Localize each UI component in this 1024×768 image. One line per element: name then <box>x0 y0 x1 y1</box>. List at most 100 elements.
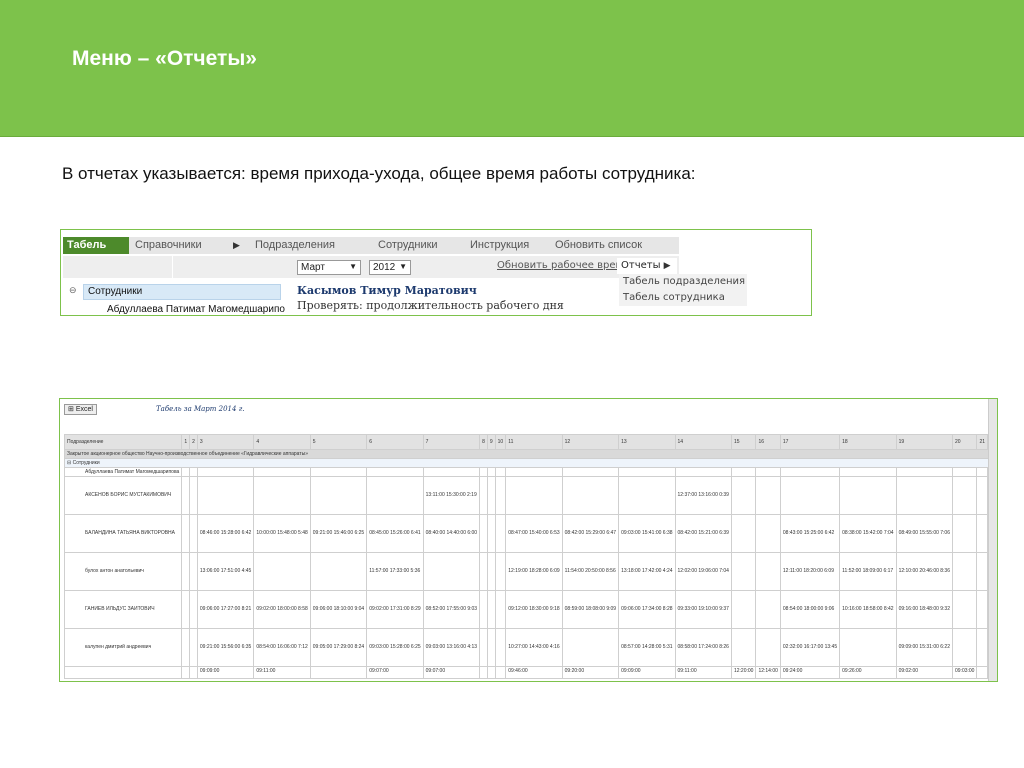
check-duration-label: Проверять: продолжительность рабочего дн… <box>297 299 564 312</box>
day-cell: 09:12:00 18:30:00 9:18 <box>505 590 563 629</box>
day-cell <box>976 514 989 553</box>
day-cell <box>479 476 488 515</box>
employee-name-cell: Абдуллаева Патимат Магомедшарипова <box>63 467 183 477</box>
menu-item-tabel[interactable]: Табель <box>63 237 129 254</box>
day-cell <box>309 476 368 515</box>
filter-row-left <box>63 256 173 278</box>
group-row[interactable]: ⊟ Сотрудники <box>63 458 997 468</box>
column-header-day: 9 <box>486 434 496 450</box>
day-cell <box>755 467 781 477</box>
day-cell <box>486 514 496 553</box>
menu-item-employees[interactable]: Сотрудники <box>378 239 438 251</box>
day-cell <box>976 590 989 629</box>
day-cell: 08:38:00 15:42:00 7:04 <box>839 514 897 553</box>
day-cell <box>839 467 897 477</box>
day-cell <box>779 476 841 515</box>
day-cell: 08:46:00 15:28:00 6:42 <box>196 514 255 553</box>
day-cell <box>779 467 841 477</box>
menu-item-instructions[interactable]: Инструкция <box>470 239 529 251</box>
day-cell <box>479 514 488 553</box>
menu-item-refresh-list[interactable]: Обновить список <box>555 239 642 251</box>
day-cell: 08:45:00 15:26:00 6:41 <box>366 514 424 553</box>
day-cell: 09:06:00 17:27:00 8:21 <box>196 590 255 629</box>
day-cell <box>366 467 424 477</box>
day-cell <box>189 467 198 477</box>
employee-name-cell: БАЛАНДИНА ТАТЬЯНА ВИКТОРОВНА <box>63 514 183 553</box>
day-cell <box>181 514 191 553</box>
table-row: АКСЕНОВ БОРИС МУСТАКИМОВИЧ 13:11:00 15:30… <box>63 476 997 515</box>
day-cell <box>755 590 781 629</box>
tree-item-employee[interactable]: Абдуллаева Патимат Магомедшарипо <box>107 304 285 315</box>
column-header-day: 8 <box>479 434 488 450</box>
day-cell <box>494 666 507 679</box>
column-header-day: 6 <box>366 434 424 450</box>
day-cell <box>189 476 198 515</box>
day-cell: 10:27:00 14:43:00 4:16 <box>505 628 563 667</box>
menu-bar: Табель Справочники ▶ Подразделения Сотру… <box>63 237 679 254</box>
excel-export-button[interactable]: ⊞ Excel <box>64 404 97 415</box>
day-cell <box>561 467 620 477</box>
day-cell <box>730 628 757 667</box>
day-cell <box>730 467 757 477</box>
menu-item-employee-report[interactable]: Табель сотрудника <box>619 290 747 306</box>
day-cell <box>839 476 897 515</box>
day-cell <box>253 552 311 591</box>
column-header-day: 1 <box>181 434 191 450</box>
day-cell <box>730 590 757 629</box>
submenu-arrow-icon: ▶ <box>233 240 240 250</box>
day-cell <box>951 467 978 477</box>
column-header-day: 3 <box>196 434 255 450</box>
day-cell: 09:11:00 <box>674 666 732 679</box>
day-cell: 11:57:00 17:33:00 5:36 <box>366 552 424 591</box>
day-cell <box>561 476 620 515</box>
day-cell: 09:26:00 <box>839 666 897 679</box>
column-header-day: 7 <box>422 434 481 450</box>
day-cell: 02:32:00 16:17:00 13:45 <box>779 628 841 667</box>
day-cell: 09:07:00 <box>422 666 481 679</box>
vertical-scrollbar[interactable] <box>988 399 997 681</box>
day-cell: 09:05:00 17:29:00 8:24 <box>309 628 368 667</box>
tree-collapse-icon[interactable]: ⊖ <box>69 285 77 296</box>
employee-name-cell: ГАНИЕВ ИЛЬДУС ЗАИТОВИЧ <box>63 590 183 629</box>
day-cell: 08:42:00 15:21:00 6:39 <box>674 514 732 553</box>
submenu-arrow-icon: ▶ <box>663 261 671 271</box>
day-cell: 08:58:00 17:24:00 8:26 <box>674 628 732 667</box>
menu-item-directories[interactable]: Справочники <box>135 239 202 251</box>
column-header-day: 20 <box>951 434 978 450</box>
day-cell <box>366 476 424 515</box>
day-cell: 09:09:00 <box>618 666 676 679</box>
day-cell <box>561 628 620 667</box>
reports-menu-item[interactable]: Отчеты ▶ <box>617 258 677 274</box>
day-cell: 09:06:00 18:10:00 9:04 <box>309 590 368 629</box>
column-header-day: 17 <box>779 434 841 450</box>
column-header-day: 21 <box>976 434 989 450</box>
tree-root-employees[interactable]: Сотрудники <box>83 284 281 300</box>
month-select[interactable]: Март ▼ <box>297 260 361 275</box>
day-cell <box>486 467 496 477</box>
day-cell: 13:06:00 17:51:00 4:45 <box>196 552 255 591</box>
menu-item-divisions[interactable]: Подразделения <box>255 239 335 251</box>
table-row: калупен дмитрий андреевич 09:21:00 15:56:… <box>63 628 997 667</box>
day-cell: 08:52:00 17:55:00 9:03 <box>422 590 481 629</box>
employee-name-cell <box>63 666 183 679</box>
day-cell <box>181 666 191 679</box>
table-row: БАЛАНДИНА ТАТЬЯНА ВИКТОРОВНА 08:46:00 15:… <box>63 514 997 553</box>
day-cell: 08:54:00 18:00:00 9:06 <box>779 590 841 629</box>
column-header-day: 2 <box>189 434 198 450</box>
menu-item-division-report[interactable]: Табель подразделения <box>619 274 747 290</box>
day-cell <box>479 666 488 679</box>
refresh-work-time-link[interactable]: Обновить рабочее время <box>497 260 629 271</box>
slide-header: Меню – «Отчеты» <box>0 0 1024 137</box>
year-select[interactable]: 2012 ▼ <box>369 260 411 275</box>
column-header-day: 14 <box>674 434 732 450</box>
day-cell <box>479 552 488 591</box>
day-cell <box>494 628 507 667</box>
column-header-day: 19 <box>895 434 954 450</box>
day-cell: 09:03:00 <box>951 666 978 679</box>
dropdown-arrow-icon: ▼ <box>399 262 407 271</box>
day-cell <box>181 628 191 667</box>
column-header-day: 10 <box>494 434 507 450</box>
day-cell <box>486 476 496 515</box>
day-cell: 11:54:00 20:50:00 8:56 <box>561 552 620 591</box>
column-header-day: 15 <box>730 434 757 450</box>
